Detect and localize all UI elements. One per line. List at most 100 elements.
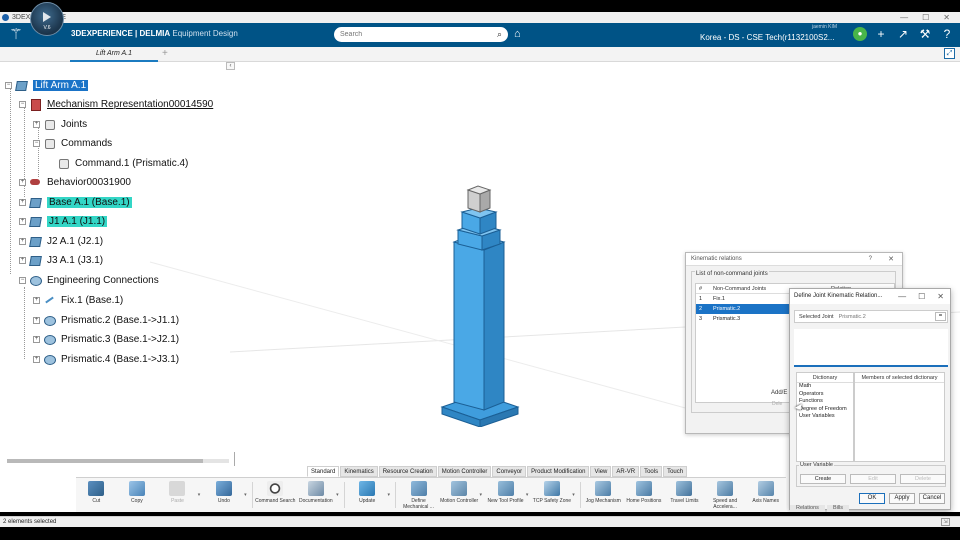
tab-lift-arm[interactable]: Lift Arm A.1 <box>70 47 158 62</box>
tab-touch[interactable]: Touch <box>663 466 688 477</box>
scrollbar-thumb[interactable] <box>7 459 203 463</box>
search-input[interactable] <box>340 31 490 38</box>
dropdown-arrow-icon[interactable]: ▾ <box>244 478 250 512</box>
create-button[interactable]: Create <box>800 474 846 484</box>
minimize-icon[interactable]: — <box>898 289 906 304</box>
tag-icon[interactable]: ⌂ <box>514 28 521 40</box>
tree-node-j3[interactable]: + J3 A.1 (J3.1) <box>19 252 103 268</box>
dropdown-arrow-icon[interactable]: ▾ <box>336 478 342 512</box>
expand-icon[interactable]: + <box>19 217 26 225</box>
copy-button[interactable]: Copy <box>117 478 158 512</box>
search-icon[interactable]: ⌕ <box>497 29 502 40</box>
update-button[interactable]: Update <box>347 478 388 512</box>
tree-node-joints[interactable]: + Joints <box>33 116 87 132</box>
axis-names-button[interactable]: Axis Names <box>745 478 786 512</box>
expand-icon[interactable]: + <box>33 355 40 363</box>
resize-grip-icon[interactable]: ⇲ <box>941 518 950 526</box>
share-icon[interactable]: ↗ <box>895 27 911 41</box>
help-icon[interactable]: ? <box>869 253 872 266</box>
tree-node-prismatic-3[interactable]: + Prismatic.3 (Base.1->J2.1) <box>33 331 179 347</box>
add-edit-button[interactable]: Add/E <box>771 390 787 396</box>
tab-relations[interactable]: Relations <box>790 505 825 512</box>
tree-node-j1[interactable]: + J1 A.1 (J1.1) <box>19 213 108 229</box>
define-mechanical-button[interactable]: Define Mechanical ... <box>398 478 439 512</box>
apply-button[interactable]: Apply <box>889 493 915 504</box>
tab-bills[interactable]: Bills <box>826 505 850 512</box>
expand-icon[interactable]: + <box>19 256 26 264</box>
tree-node-j2[interactable]: + J2 A.1 (J2.1) <box>19 233 103 249</box>
relation-expression-editor[interactable] <box>794 329 948 367</box>
search-box[interactable]: ⌕ <box>334 27 508 42</box>
delete-button[interactable]: Dele <box>772 401 782 407</box>
tools-icon[interactable]: ⚒ <box>917 27 933 41</box>
tree-node-root[interactable]: − Lift Arm A.1 <box>5 77 89 93</box>
tab-ar-vr[interactable]: AR-VR <box>612 466 640 477</box>
delete-button[interactable]: Delete <box>900 474 946 484</box>
tree-node-prismatic-4[interactable]: + Prismatic.4 (Base.1->J3.1) <box>33 351 179 367</box>
tree-node-behavior[interactable]: + Behavior00031900 <box>19 174 131 190</box>
dictionary-item[interactable]: Math <box>797 383 853 391</box>
cut-button[interactable]: Cut <box>76 478 117 512</box>
add-icon[interactable]: + <box>873 27 889 41</box>
collapse-icon[interactable]: − <box>19 276 26 284</box>
new-tab-icon[interactable]: + <box>162 48 168 59</box>
expand-icon[interactable]: + <box>19 178 26 186</box>
lift-arm-3d-part[interactable] <box>440 182 520 427</box>
tree-node-prismatic-2[interactable]: + Prismatic.2 (Base.1->J1.1) <box>33 312 179 328</box>
panel-splitter[interactable] <box>234 452 235 466</box>
tree-node-base[interactable]: + Base A.1 (Base.1) <box>19 194 132 210</box>
collapse-icon[interactable]: − <box>5 81 12 89</box>
tab-conveyor[interactable]: Conveyor <box>492 466 527 477</box>
expand-icon[interactable]: + <box>33 120 40 128</box>
tree-node-fix-1[interactable]: + Fix.1 (Base.1) <box>33 292 123 308</box>
cancel-button[interactable]: Cancel <box>919 493 945 504</box>
expand-icon[interactable]: + <box>33 335 40 343</box>
tab-tools[interactable]: Tools <box>640 466 663 477</box>
tab-standard[interactable]: Standard <box>307 466 340 477</box>
maximize-icon[interactable]: ☐ <box>922 13 929 22</box>
ok-button[interactable]: OK <box>859 493 885 504</box>
tree-node-command-1[interactable]: Command.1 (Prismatic.4) <box>57 155 188 171</box>
compass-icon[interactable]: V.6 <box>30 2 64 36</box>
dictionary-item[interactable]: Degree of Freedom <box>797 406 853 414</box>
tree-collapse-button[interactable]: ‹ <box>226 62 235 70</box>
tab-product-modification[interactable]: Product Modification <box>527 466 590 477</box>
expand-icon[interactable]: + <box>19 198 26 206</box>
ds-logo-icon[interactable]: ⚚ <box>6 25 26 45</box>
command-search-button[interactable]: Command Search <box>255 478 296 512</box>
jog-mechanism-button[interactable]: Jog Mechanism <box>583 478 624 512</box>
dropdown-arrow-icon[interactable]: ▾ <box>387 478 393 512</box>
dropdown-arrow-icon[interactable]: ▾ <box>572 478 578 512</box>
user-avatar-icon[interactable]: ● <box>853 27 867 41</box>
window-controls[interactable]: — ☐ ✕ <box>900 13 950 22</box>
undo-button[interactable]: Undo <box>204 478 245 512</box>
paste-button[interactable]: Paste <box>157 478 198 512</box>
tcp-safety-zone-button[interactable]: TCP Safety Zone <box>532 478 573 512</box>
tab-view[interactable]: View <box>590 466 612 477</box>
close-icon[interactable]: ✕ <box>888 253 894 266</box>
documentation-button[interactable]: Documentation <box>296 478 337 512</box>
dictionary-item[interactable]: User Variables <box>797 413 853 421</box>
minimize-icon[interactable]: — <box>900 13 908 22</box>
tab-kinematics[interactable]: Kinematics <box>340 466 378 477</box>
edit-button[interactable]: Edit <box>850 474 896 484</box>
close-icon[interactable]: ✕ <box>943 13 950 22</box>
selected-joint-field[interactable]: Selected Joint Prismatic.2 = <box>794 310 948 323</box>
maximize-icon[interactable]: ☐ <box>918 289 925 304</box>
collapse-icon[interactable]: − <box>33 139 40 147</box>
new-tool-profile-button[interactable]: New Tool Profile <box>485 478 526 512</box>
travel-limits-button[interactable]: Travel Limits <box>664 478 705 512</box>
speed-acceleration-button[interactable]: Speed and Accelera... <box>705 478 746 512</box>
expand-icon[interactable]: + <box>19 237 26 245</box>
tree-node-engineering-connections[interactable]: − Engineering Connections <box>19 272 159 288</box>
expand-icon[interactable]: + <box>33 316 40 324</box>
tab-motion-controller[interactable]: Motion Controller <box>437 466 492 477</box>
help-icon[interactable]: ? <box>939 27 955 41</box>
motion-controller-button[interactable]: Motion Controller <box>439 478 480 512</box>
close-icon[interactable]: ✕ <box>937 289 944 304</box>
tree-horizontal-scrollbar[interactable] <box>7 459 229 463</box>
equals-button[interactable]: = <box>935 312 946 321</box>
collapse-icon[interactable]: − <box>19 100 26 108</box>
tree-node-mechanism[interactable]: − Mechanism Representation00014590 <box>19 96 213 112</box>
expand-icon[interactable]: + <box>33 296 40 304</box>
